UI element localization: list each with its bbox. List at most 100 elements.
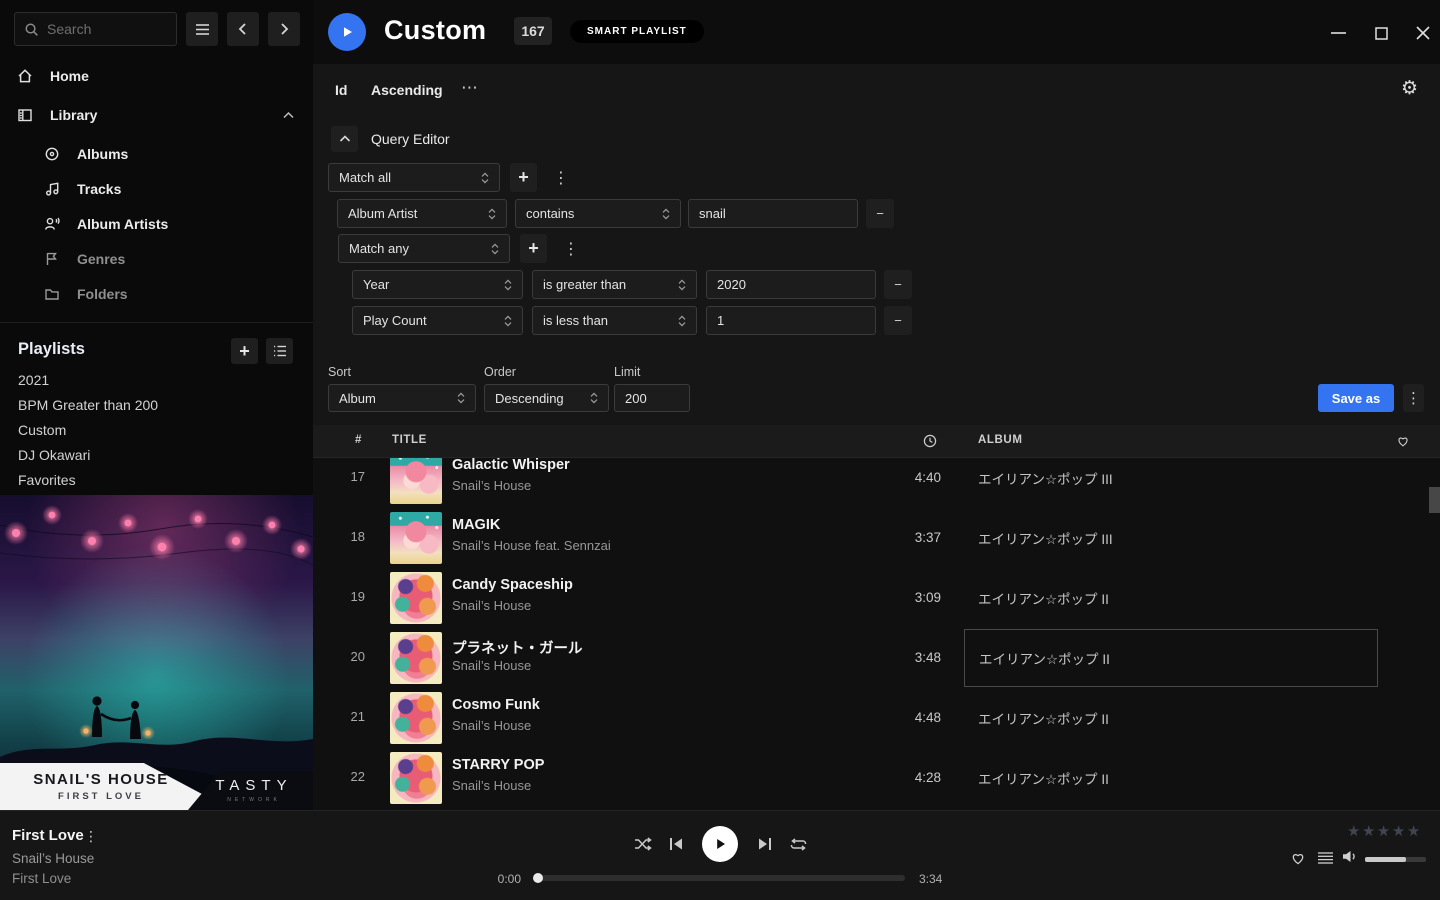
input-value: snail: [699, 206, 726, 221]
sidebar-item-home[interactable]: Home: [0, 62, 313, 90]
rule-field-select[interactable]: Album Artist: [337, 199, 507, 228]
library-icon: [17, 107, 33, 123]
sidebar-item-albums[interactable]: Albums: [44, 142, 128, 166]
add-rule-button[interactable]: +: [520, 234, 547, 263]
star-icon[interactable]: ★: [1347, 823, 1362, 840]
playlist-item[interactable]: BPM Greater than 200: [18, 397, 158, 413]
playlist-item[interactable]: Favorites: [18, 472, 76, 488]
rule-value-input[interactable]: 2020: [706, 270, 876, 299]
search-input[interactable]: [47, 21, 157, 37]
rule-field-select[interactable]: Play Count: [352, 306, 523, 335]
select-value: is greater than: [543, 277, 626, 292]
group-menu-icon[interactable]: ⋮: [553, 168, 569, 188]
add-playlist-button[interactable]: +: [231, 338, 258, 364]
focused-album-cell[interactable]: エイリアン☆ポップ II: [964, 629, 1378, 687]
gear-icon[interactable]: ⚙: [1401, 77, 1418, 100]
sidebar-item-label: Tracks: [77, 181, 121, 197]
select-caret-icon: [590, 392, 598, 404]
search-box[interactable]: [14, 12, 177, 46]
rule-operator-select[interactable]: is greater than: [532, 270, 697, 299]
close-icon: [1416, 26, 1430, 40]
sidebar-item-library[interactable]: Library: [0, 101, 313, 129]
order-select[interactable]: Descending: [484, 384, 609, 412]
select-caret-icon: [678, 279, 686, 291]
playlist-options-button[interactable]: [266, 338, 293, 364]
nav-forward-button[interactable]: [268, 12, 300, 46]
column-album[interactable]: ALBUM: [978, 434, 1023, 446]
rule-field-select[interactable]: Year: [352, 270, 523, 299]
sort-field-button[interactable]: Id: [335, 82, 347, 98]
next-track-button[interactable]: [757, 837, 772, 851]
save-as-button[interactable]: Save as: [1318, 384, 1394, 412]
more-options-icon[interactable]: ⋯: [461, 78, 479, 98]
previous-track-button[interactable]: [669, 837, 684, 851]
rule-operator-select[interactable]: contains: [515, 199, 681, 228]
column-index[interactable]: #: [355, 434, 362, 446]
rule-value-input[interactable]: snail: [688, 199, 858, 228]
shuffle-button[interactable]: [634, 836, 652, 852]
input-value: 1: [717, 313, 724, 328]
playlist-item[interactable]: 2021: [18, 372, 49, 388]
volume-slider[interactable]: [1365, 857, 1426, 862]
queue-icon[interactable]: [1318, 852, 1333, 864]
match-mode-select[interactable]: Match any: [338, 234, 510, 263]
match-mode-select[interactable]: Match all: [328, 163, 500, 192]
collapse-query-editor-button[interactable]: [331, 126, 358, 152]
rating-stars[interactable]: ★★★★★: [1347, 822, 1422, 840]
minimize-button[interactable]: [1322, 22, 1354, 44]
play-pause-button[interactable]: [702, 826, 738, 862]
seek-bar[interactable]: [535, 875, 905, 881]
sidebar-item-album-artists[interactable]: Album Artists: [44, 212, 168, 236]
search-icon: [24, 22, 39, 37]
table-row[interactable]: 19 Candy Spaceship Snail’s House 3:09 エイ…: [313, 568, 1440, 628]
table-row[interactable]: 18 MAGIK Snail’s House feat. Sennzai 3:3…: [313, 508, 1440, 568]
volume-icon[interactable]: [1342, 849, 1359, 864]
close-button[interactable]: [1407, 22, 1439, 44]
add-rule-button[interactable]: +: [510, 163, 537, 192]
page-title: Custom: [384, 15, 486, 46]
maximize-button[interactable]: [1365, 22, 1397, 44]
table-row[interactable]: 22 STARRY POP Snail’s House 4:28 エイリアン☆ポ…: [313, 748, 1440, 808]
star-icon[interactable]: ★: [1362, 823, 1377, 840]
remove-rule-button[interactable]: −: [884, 270, 912, 299]
minimize-icon: [1331, 32, 1346, 34]
table-row[interactable]: 20 プラネット・ガール Snail’s House 3:48 エイリアン☆ポッ…: [313, 628, 1440, 688]
play-playlist-button[interactable]: [328, 13, 366, 51]
chevron-up-icon[interactable]: [282, 111, 295, 120]
select-caret-icon: [488, 208, 496, 220]
menu-button[interactable]: [186, 12, 218, 46]
sort-select[interactable]: Album: [328, 384, 476, 412]
now-playing-menu-icon[interactable]: ⋮: [84, 828, 98, 845]
rule-operator-select[interactable]: is less than: [532, 306, 697, 335]
remove-rule-button[interactable]: −: [884, 306, 912, 335]
seek-knob[interactable]: [533, 873, 543, 883]
favorite-button[interactable]: [1290, 850, 1306, 865]
save-menu-button[interactable]: ⋮: [1403, 384, 1424, 412]
table-row[interactable]: 21 Cosmo Funk Snail’s House 4:48 エイリアン☆ポ…: [313, 688, 1440, 748]
clock-icon[interactable]: [923, 434, 937, 448]
repeat-button[interactable]: [789, 837, 808, 852]
limit-input[interactable]: 200: [614, 384, 690, 412]
star-icon[interactable]: ★: [1392, 823, 1407, 840]
sort-direction-button[interactable]: Ascending: [371, 82, 443, 98]
sidebar-item-tracks[interactable]: Tracks: [44, 177, 121, 201]
nav-back-button[interactable]: [227, 12, 259, 46]
plus-icon: +: [528, 238, 539, 259]
artwork-artist-text: SNAIL'S HOUSE: [12, 771, 190, 788]
remove-rule-button[interactable]: −: [866, 199, 894, 228]
playlist-item[interactable]: DJ Okawari: [18, 447, 90, 463]
scrollbar-thumb[interactable]: [1429, 487, 1440, 513]
sidebar-item-folders[interactable]: Folders: [44, 282, 128, 306]
playlist-item[interactable]: Custom: [18, 422, 66, 438]
sidebar-item-genres[interactable]: Genres: [44, 247, 125, 271]
column-title[interactable]: TITLE: [392, 434, 427, 446]
rule-value-input[interactable]: 1: [706, 306, 876, 335]
star-icon[interactable]: ★: [1407, 823, 1422, 840]
table-row[interactable]: 17 Galactic Whisper Snail’s House 4:40 エ…: [313, 458, 1440, 508]
star-icon[interactable]: ★: [1377, 823, 1392, 840]
group-menu-icon[interactable]: ⋮: [563, 239, 579, 259]
select-value: Descending: [495, 391, 564, 406]
heart-icon[interactable]: [1396, 434, 1410, 447]
albums-icon: [44, 146, 60, 162]
input-value: 200: [625, 391, 647, 406]
